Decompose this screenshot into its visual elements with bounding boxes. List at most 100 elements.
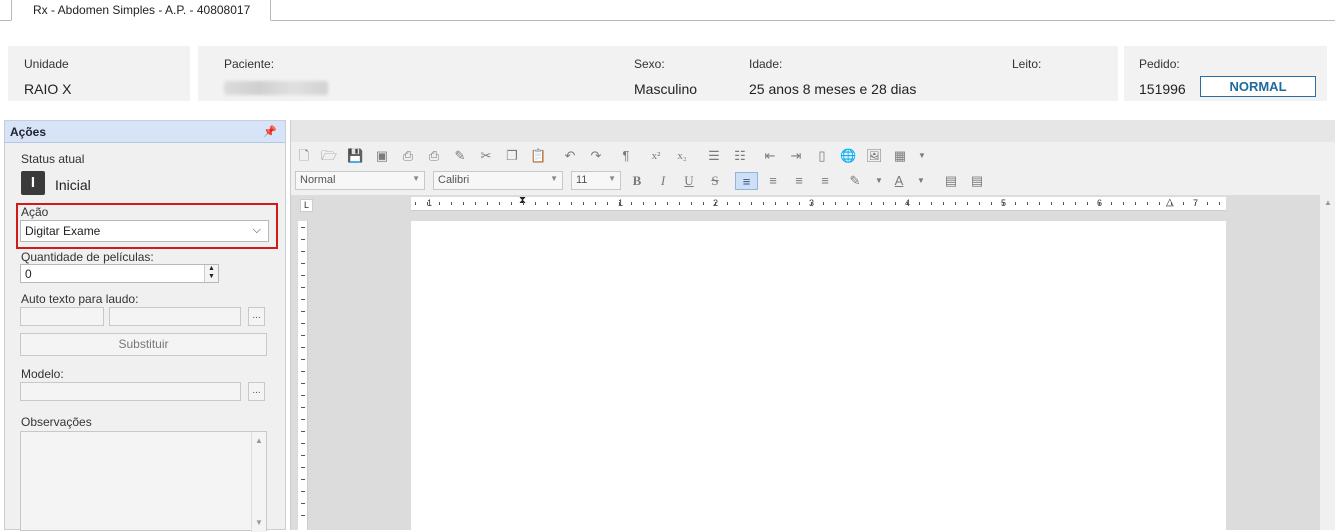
document-page[interactable] bbox=[411, 221, 1226, 530]
paragraph-icon[interactable]: ▤ bbox=[942, 172, 960, 190]
ruler-tick bbox=[301, 491, 305, 492]
ruler-tick bbox=[763, 202, 764, 205]
quantidade-label: Quantidade de películas: bbox=[21, 250, 154, 264]
auto-texto-desc-input[interactable] bbox=[109, 307, 241, 326]
print-icon[interactable]: ⎙ bbox=[400, 148, 416, 164]
bold-button[interactable]: B bbox=[628, 172, 646, 190]
quantidade-value: 0 bbox=[25, 267, 32, 281]
highlight-dropdown-icon[interactable]: ▼ bbox=[870, 172, 888, 190]
ruler-tick bbox=[301, 263, 305, 264]
align-right-button[interactable]: ≡ bbox=[790, 172, 808, 190]
ruler-tick bbox=[301, 323, 305, 324]
modelo-browse-button[interactable]: ... bbox=[248, 382, 265, 401]
stepper-buttons[interactable]: ▲ ▼ bbox=[204, 265, 218, 282]
right-indent-marker[interactable]: △ bbox=[1166, 197, 1174, 208]
italic-button[interactable]: I bbox=[654, 172, 672, 190]
undo-icon[interactable]: ↶ bbox=[562, 148, 578, 164]
redo-icon[interactable]: ↷ bbox=[588, 148, 604, 164]
decrease-indent-icon[interactable]: ⇤ bbox=[762, 148, 778, 164]
save-all-icon[interactable]: ▣ bbox=[374, 148, 390, 164]
cut-icon[interactable]: ✂ bbox=[478, 148, 494, 164]
ruler-tick bbox=[301, 431, 305, 432]
page-layout-icon[interactable]: ▤ bbox=[968, 172, 986, 190]
new-document-icon[interactable]: 🗋 bbox=[296, 148, 312, 164]
ruler-tick bbox=[301, 251, 305, 252]
observacoes-scrollbar[interactable]: ▲ ▼ bbox=[251, 432, 266, 532]
ruler-tick bbox=[547, 202, 548, 205]
strikethrough-button[interactable]: S bbox=[706, 172, 724, 190]
ruler-tick bbox=[301, 407, 305, 408]
tab-stop-selector[interactable]: L bbox=[300, 199, 313, 212]
print-preview-icon[interactable]: ⎙ bbox=[426, 148, 442, 164]
table-icon[interactable]: ▦ bbox=[892, 148, 908, 164]
vertical-scrollbar[interactable]: ▲ bbox=[1320, 195, 1335, 530]
ruler-tick bbox=[895, 202, 896, 205]
auto-texto-browse-button[interactable]: ... bbox=[248, 307, 265, 326]
observacoes-textarea[interactable]: ▲ ▼ bbox=[20, 431, 267, 532]
toolbar-row-1: 🗋 🗁 💾 ▣ ⎙ ⎙ ✎ ✂ ❐ 📋 ↶ ↷ ¶ x² x₂ ☰ ☷ ⇤ ⇥ … bbox=[296, 145, 936, 167]
scroll-up-icon[interactable]: ▲ bbox=[1324, 198, 1332, 207]
tab-exam[interactable]: Rx - Abdomen Simples - A.P. - 40808017 bbox=[11, 0, 271, 21]
numbered-list-icon[interactable]: ☰ bbox=[706, 148, 722, 164]
scroll-up-icon[interactable]: ▲ bbox=[255, 436, 263, 445]
modelo-label: Modelo: bbox=[21, 367, 64, 381]
justify-button[interactable]: ≡ bbox=[816, 172, 834, 190]
ruler-tick bbox=[703, 202, 704, 205]
save-icon[interactable]: 💾 bbox=[347, 148, 363, 164]
align-center-button[interactable]: ≡ bbox=[764, 172, 782, 190]
pedido-label: Pedido: bbox=[1139, 57, 1180, 71]
page-icon[interactable]: ▯ bbox=[814, 148, 830, 164]
ruler-tick bbox=[1195, 202, 1196, 205]
image-icon[interactable]: 🖼 bbox=[866, 148, 883, 164]
ruler-tick bbox=[1111, 202, 1112, 205]
ruler-tick bbox=[301, 335, 305, 336]
globe-icon[interactable]: 🌐 bbox=[840, 148, 856, 164]
pedido-value: 151996 bbox=[1139, 81, 1186, 97]
ruler-tick bbox=[835, 202, 836, 205]
modelo-input[interactable] bbox=[20, 382, 241, 401]
sexo-label: Sexo: bbox=[634, 57, 665, 71]
style-select[interactable]: Normal ▼ bbox=[295, 171, 425, 190]
scroll-down-icon[interactable]: ▼ bbox=[255, 518, 263, 527]
ruler-tick bbox=[301, 371, 305, 372]
subscript-button[interactable]: x₂ bbox=[674, 148, 690, 164]
status-icon: I bbox=[21, 171, 45, 195]
ruler-tick bbox=[919, 202, 920, 205]
auto-texto-code-input[interactable] bbox=[20, 307, 104, 326]
ruler-tick bbox=[301, 443, 305, 444]
font-select[interactable]: Calibri ▼ bbox=[433, 171, 563, 190]
ruler-tick bbox=[511, 202, 512, 205]
pin-icon[interactable]: 📌 bbox=[263, 125, 277, 138]
font-color-button[interactable]: A bbox=[890, 172, 908, 190]
ruler-tick bbox=[301, 287, 305, 288]
copy-icon[interactable]: ❐ bbox=[504, 148, 520, 164]
ruler-tick bbox=[559, 202, 560, 205]
ruler-tick bbox=[1183, 202, 1184, 205]
bullet-list-icon[interactable]: ☷ bbox=[732, 148, 748, 164]
unidade-panel: Unidade RAIO X bbox=[8, 46, 190, 101]
tab-bar: Rx - Abdomen Simples - A.P. - 40808017 bbox=[0, 0, 1335, 21]
spellcheck-icon[interactable]: ¶ bbox=[618, 148, 634, 164]
edit-document-icon[interactable]: ✎ bbox=[452, 148, 468, 164]
increase-indent-icon[interactable]: ⇥ bbox=[788, 148, 804, 164]
vertical-ruler[interactable] bbox=[298, 221, 308, 530]
ruler-tick bbox=[1207, 202, 1208, 205]
superscript-button[interactable]: x² bbox=[648, 148, 664, 164]
ruler-tick bbox=[607, 202, 608, 205]
table-dropdown-icon[interactable]: ▼ bbox=[914, 148, 930, 164]
size-select[interactable]: 11 ▼ bbox=[571, 171, 621, 190]
highlight-icon[interactable]: ✎ bbox=[846, 172, 864, 190]
ruler-tick bbox=[991, 202, 992, 205]
open-folder-icon[interactable]: 🗁 bbox=[321, 148, 337, 164]
font-color-dropdown-icon[interactable]: ▼ bbox=[912, 172, 930, 190]
ruler-tick bbox=[643, 202, 644, 205]
quantidade-stepper[interactable]: 0 ▲ ▼ bbox=[20, 264, 219, 283]
horizontal-ruler[interactable]: 1 1 2 3 4 5 6 7 ⧗ △ bbox=[411, 195, 1226, 211]
substituir-button[interactable]: Substituir bbox=[20, 333, 267, 356]
underline-button[interactable]: U bbox=[680, 172, 698, 190]
ruler-tick bbox=[301, 239, 305, 240]
align-left-button[interactable]: ≡ bbox=[735, 172, 758, 190]
paste-icon[interactable]: 📋 bbox=[530, 148, 546, 164]
ruler-tick bbox=[583, 202, 584, 205]
ruler-tick bbox=[1123, 202, 1124, 205]
